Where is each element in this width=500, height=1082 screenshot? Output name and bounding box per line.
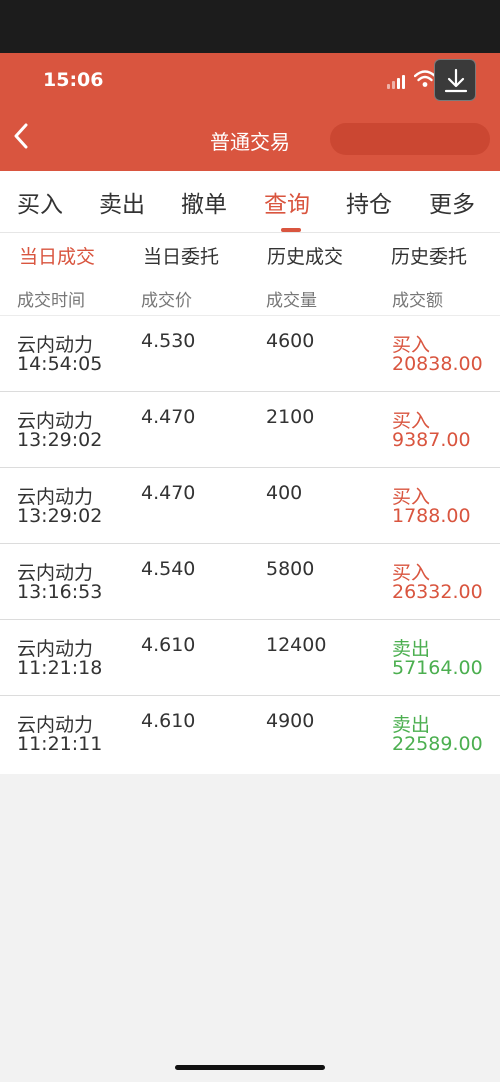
- column-header-time: 成交时间: [17, 291, 85, 311]
- table-row[interactable]: 云内动力 11:21:11 4.610 4900 卖出 22589.00: [0, 696, 500, 774]
- tab-more[interactable]: 更多: [429, 185, 475, 219]
- table-row[interactable]: 云内动力 13:16:53 4.540 5800 买入 26332.00: [0, 544, 500, 620]
- trade-price: 4.530: [141, 330, 196, 352]
- table-row[interactable]: 云内动力 14:54:05 4.530 4600 买入 20838.00: [0, 316, 500, 392]
- active-tab-indicator: [281, 228, 301, 232]
- tab-buy[interactable]: 买入: [17, 185, 63, 219]
- trade-time: 11:21:11: [17, 733, 103, 755]
- subtab-today-trades[interactable]: 当日成交: [19, 242, 95, 269]
- table-header: 成交时间 成交价 成交量 成交额: [0, 274, 500, 316]
- column-header-amount: 成交额: [392, 291, 443, 311]
- trade-amount: 1788.00: [392, 505, 471, 527]
- subtab-today-orders[interactable]: 当日委托: [143, 242, 219, 269]
- tab-sell[interactable]: 卖出: [99, 185, 145, 219]
- trade-time: 13:29:02: [17, 505, 103, 527]
- cellular-signal-icon: [387, 75, 409, 89]
- home-indicator[interactable]: [175, 1065, 325, 1070]
- trade-price: 4.470: [141, 482, 196, 504]
- subtab-history-trades[interactable]: 历史成交: [267, 242, 343, 269]
- trade-time: 14:54:05: [17, 353, 103, 375]
- redacted-account-mark: [330, 123, 490, 155]
- trades-table: 云内动力 14:54:05 4.530 4600 买入 20838.00 云内动…: [0, 316, 500, 774]
- table-row[interactable]: 云内动力 13:29:02 4.470 400 买入 1788.00: [0, 468, 500, 544]
- download-button[interactable]: [434, 59, 476, 101]
- trade-qty: 12400: [266, 634, 327, 656]
- status-time: 15:06: [43, 69, 104, 91]
- main-tabs: 买入 卖出 撤单 查询 持仓 更多: [0, 171, 500, 233]
- trade-qty: 4900: [266, 710, 315, 732]
- subtab-history-orders[interactable]: 历史委托: [391, 242, 467, 269]
- app-header: 15:06 普通交易: [0, 53, 500, 171]
- trade-amount: 20838.00: [392, 353, 483, 375]
- tab-cancel[interactable]: 撤单: [181, 185, 227, 219]
- trade-qty: 4600: [266, 330, 315, 352]
- trade-time: 13:29:02: [17, 429, 103, 451]
- tab-positions[interactable]: 持仓: [346, 185, 392, 219]
- column-header-qty: 成交量: [266, 291, 317, 311]
- top-black-bar: [0, 0, 500, 53]
- column-header-price: 成交价: [141, 291, 192, 311]
- trade-price: 4.610: [141, 710, 196, 732]
- trade-price: 4.540: [141, 558, 196, 580]
- trade-amount: 26332.00: [392, 581, 483, 603]
- table-row[interactable]: 云内动力 13:29:02 4.470 2100 买入 9387.00: [0, 392, 500, 468]
- wifi-icon: [414, 70, 436, 87]
- download-icon: [444, 68, 468, 93]
- trade-price: 4.610: [141, 634, 196, 656]
- trade-time: 13:16:53: [17, 581, 103, 603]
- trade-qty: 5800: [266, 558, 315, 580]
- trade-amount: 57164.00: [392, 657, 483, 679]
- tab-query[interactable]: 查询: [264, 185, 310, 219]
- trade-time: 11:21:18: [17, 657, 103, 679]
- table-row[interactable]: 云内动力 11:21:18 4.610 12400 卖出 57164.00: [0, 620, 500, 696]
- query-subtabs: 当日成交 当日委托 历史成交 历史委托: [0, 233, 500, 274]
- trade-qty: 400: [266, 482, 303, 504]
- trade-amount: 9387.00: [392, 429, 471, 451]
- trade-qty: 2100: [266, 406, 315, 428]
- trade-price: 4.470: [141, 406, 196, 428]
- trade-amount: 22589.00: [392, 733, 483, 755]
